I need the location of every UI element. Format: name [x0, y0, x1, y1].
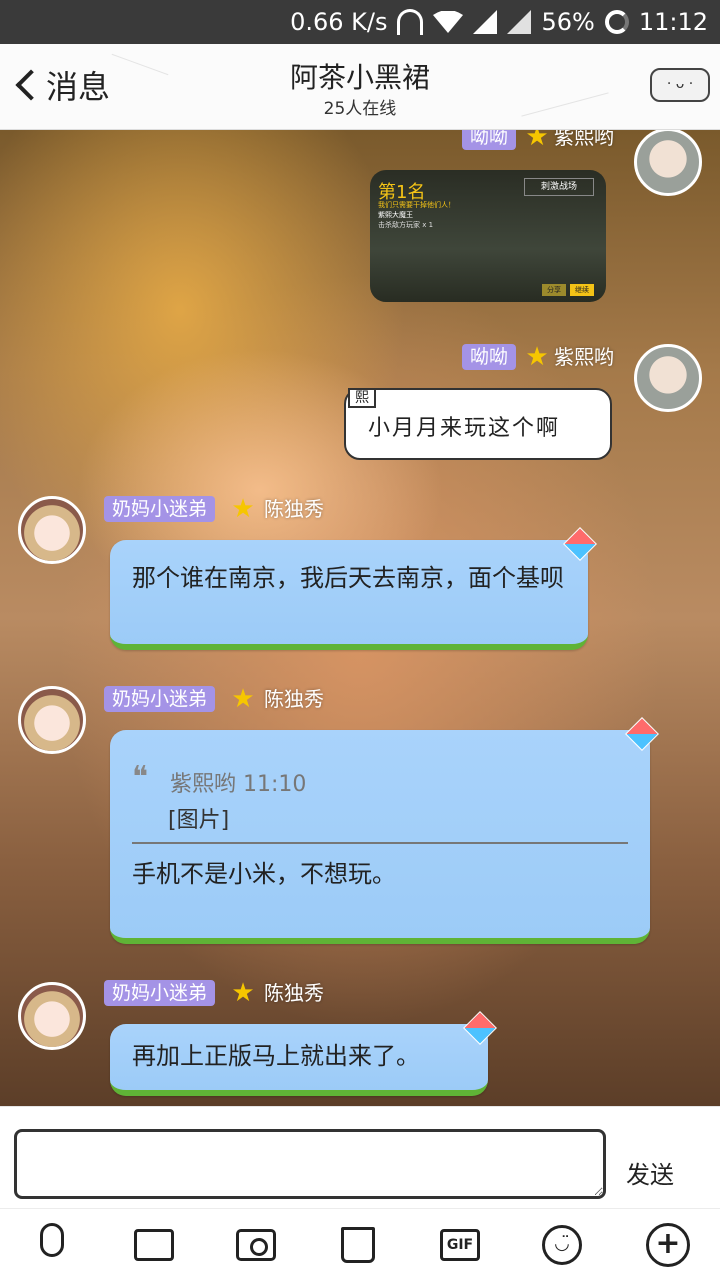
quote-header: 紫熙哟 11:10	[170, 772, 307, 797]
game-line: 紫熙大魔王	[378, 211, 413, 219]
star-icon: ★	[231, 978, 255, 1008]
group-menu-icon[interactable]: · ᴗ ·	[650, 68, 710, 102]
image-icon	[134, 1229, 174, 1261]
kite-icon	[463, 1011, 497, 1045]
chat-header: 消息 阿茶小黑裙 25人在线 · ᴗ ·	[0, 44, 720, 130]
message-bubble[interactable]: 那个谁在南京，我后天去南京，面个基呗	[110, 527, 597, 650]
message-bubble[interactable]: 再加上正版马上就出来了。	[110, 1011, 497, 1096]
battery-icon	[604, 10, 629, 34]
message-bubble[interactable]: ❝ 紫熙哟 11:10 [图片] 手机不是小米，不想玩。	[110, 717, 659, 944]
star-icon: ★	[231, 494, 255, 524]
network-speed: 0.66 K/s	[290, 8, 388, 36]
message-bubble[interactable]: 熙 小月月来玩这个啊	[344, 388, 612, 460]
message-text: 那个谁在南京，我后天去南京，面个基呗	[132, 564, 564, 592]
battery-level: 56%	[541, 8, 595, 36]
signal-icon-2	[507, 10, 532, 34]
gif-button[interactable]: GIF	[438, 1223, 482, 1267]
user-tag: 呦呦	[462, 344, 517, 370]
plus-icon: +	[646, 1223, 690, 1267]
emoji-button[interactable]: ◡̈	[540, 1223, 584, 1267]
avatar[interactable]	[18, 982, 86, 1050]
message-text: 小月月来玩这个啊	[368, 416, 561, 441]
game-line: 击杀敌方玩家 x 1	[378, 221, 434, 229]
input-bar: 发送	[0, 1106, 720, 1208]
quote-icon: ❝	[132, 760, 149, 795]
star-icon: ★	[525, 342, 549, 372]
signal-icon	[473, 10, 498, 34]
online-count: 25人在线	[323, 99, 397, 119]
photo-button[interactable]	[132, 1223, 176, 1267]
avatar[interactable]	[18, 686, 86, 754]
clock: 11:12	[638, 8, 708, 36]
message-text: 再加上正版马上就出来了。	[132, 1042, 420, 1070]
user-tag: 奶妈小迷弟	[104, 496, 216, 522]
avatar[interactable]	[634, 344, 702, 412]
chat-area[interactable]: 呦呦 ★ 紫熙哟 第1名 我们只需要干掉他们人！ 紫熙大魔王 击杀敌方玩家 x …	[0, 130, 720, 1106]
star-icon: ★	[231, 684, 255, 714]
wifi-icon	[433, 11, 464, 33]
avatar[interactable]	[18, 496, 86, 564]
game-logo: 刺激战场	[524, 178, 594, 196]
status-bar: 0.66 K/s 56% 11:12	[0, 0, 720, 44]
microphone-icon	[40, 1223, 64, 1257]
star-icon: ★	[525, 130, 549, 152]
user-nick: 陈独秀	[264, 981, 324, 1005]
smile-icon: ◡̈	[542, 1225, 582, 1265]
game-continue-button: 继续	[570, 284, 594, 296]
camera-button[interactable]	[234, 1223, 278, 1267]
note-badge: 熙	[348, 388, 376, 408]
more-button[interactable]: +	[646, 1223, 690, 1267]
file-button[interactable]	[336, 1223, 380, 1267]
avatar[interactable]	[634, 130, 702, 196]
user-nick: 陈独秀	[264, 687, 324, 711]
user-tag: 奶妈小迷弟	[104, 980, 216, 1006]
headphones-icon	[397, 9, 424, 35]
gif-icon: GIF	[440, 1229, 480, 1261]
user-nick: 陈独秀	[264, 497, 324, 521]
game-line: 我们只需要干掉他们人！	[378, 201, 455, 209]
user-tag: 呦呦	[462, 130, 517, 150]
user-nick: 紫熙哟	[554, 345, 614, 369]
message-input[interactable]	[14, 1129, 606, 1199]
kite-icon	[625, 717, 659, 751]
game-share-button: 分享	[542, 284, 566, 296]
message-text: 手机不是小米，不想玩。	[132, 860, 396, 888]
bucket-icon	[341, 1227, 375, 1263]
user-tag: 奶妈小迷弟	[104, 686, 216, 712]
camera-icon	[236, 1229, 276, 1261]
user-nick: 紫熙哟	[554, 130, 614, 149]
voice-button[interactable]	[30, 1223, 74, 1267]
input-toolbar: GIF ◡̈ +	[0, 1208, 720, 1280]
quote-body: [图片]	[168, 808, 230, 833]
divider	[132, 842, 628, 844]
image-message[interactable]: 第1名 我们只需要干掉他们人！ 紫熙大魔王 击杀敌方玩家 x 1 刺激战场 分享…	[370, 170, 606, 302]
kite-icon	[563, 527, 597, 561]
send-button[interactable]: 发送	[626, 1155, 674, 1190]
page-title: 阿茶小黑裙	[289, 61, 430, 94]
